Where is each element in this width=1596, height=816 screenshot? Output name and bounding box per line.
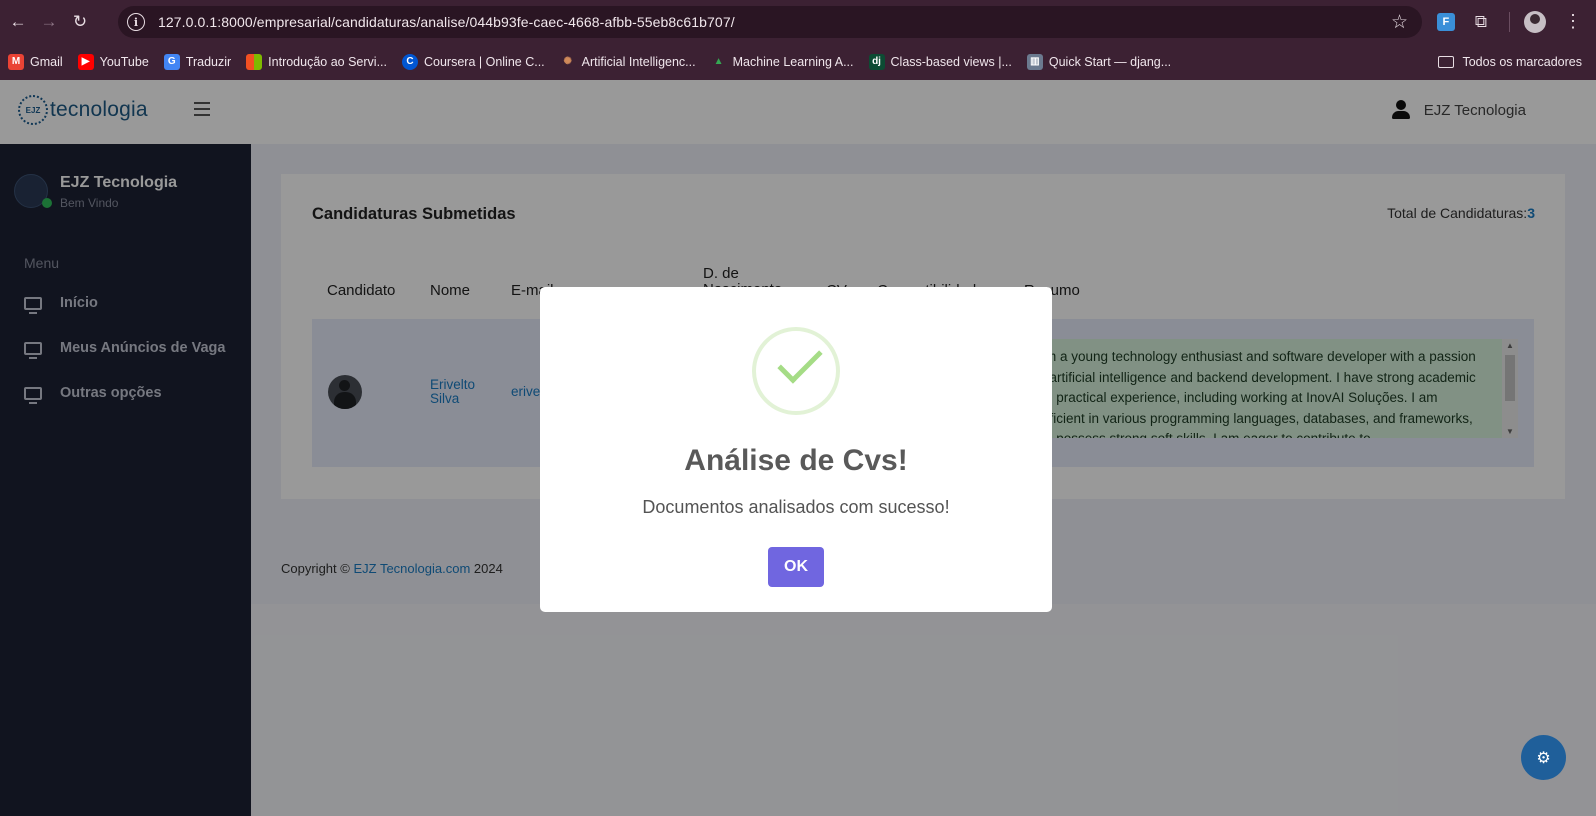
ok-button[interactable]: OK (768, 547, 824, 587)
success-check-icon (752, 327, 840, 415)
youtube-icon: ▶ (77, 53, 94, 70)
browser-menu-icon[interactable]: ⋮ (1564, 11, 1582, 32)
dialog-title: Análise de Cvs! (684, 444, 908, 477)
settings-fab-icon[interactable]: ⚙ (1521, 735, 1566, 780)
bookmark-youtube[interactable]: ▶ YouTube (77, 53, 149, 70)
ai-icon: ✺ (563, 56, 572, 67)
translate-icon: G (163, 53, 180, 70)
django-icon: dj (868, 53, 885, 70)
browser-toolbar: ← → ↻ i 127.0.0.1:8000/empresarial/candi… (0, 0, 1596, 43)
forward-icon[interactable]: → (36, 9, 62, 35)
bookmark-microsoft[interactable]: Introdução ao Servi... (246, 53, 387, 70)
bookmark-gmail[interactable]: M Gmail (8, 53, 63, 70)
address-bar[interactable]: i 127.0.0.1:8000/empresarial/candidatura… (118, 6, 1422, 38)
bookmark-django-quickstart[interactable]: ▥ Quick Start — djang... (1026, 53, 1171, 70)
bookmarks-bar: M Gmail ▶ YouTube G Traduzir Introdução ao … (0, 43, 1596, 80)
drive-icon: ▲ (713, 56, 724, 67)
success-dialog: Análise de Cvs! Documentos analisados co… (540, 287, 1052, 612)
bookmark-django-cbv[interactable]: dj Class-based views |... (868, 53, 1012, 70)
extension-icon[interactable]: F (1436, 12, 1455, 31)
reload-icon[interactable]: ↻ (67, 9, 93, 35)
gmail-icon: M (8, 53, 24, 70)
bookmark-coursera[interactable]: C Coursera | Online C... (402, 53, 545, 70)
site-info-icon[interactable]: i (127, 13, 145, 31)
extensions-puzzle-icon[interactable]: ⧉ (1475, 12, 1487, 32)
bookmark-star-icon[interactable]: ☆ (1391, 11, 1408, 34)
toolbar-separator (1509, 11, 1510, 32)
microsoft-icon (246, 53, 263, 70)
back-icon[interactable]: ← (5, 9, 31, 35)
bookmark-ml[interactable]: ▲ Machine Learning A... (711, 54, 854, 70)
coursera-icon: C (402, 53, 418, 70)
bookmark-traduzir[interactable]: G Traduzir (163, 53, 231, 70)
dialog-message: Documentos analisados com sucesso! (642, 497, 950, 517)
profile-avatar[interactable] (1524, 10, 1546, 33)
docs-icon: ▥ (1026, 53, 1043, 70)
bookmark-ai[interactable]: ✺ Artificial Intelligenc... (560, 54, 695, 70)
url-text[interactable]: 127.0.0.1:8000/empresarial/candidaturas/… (158, 14, 735, 30)
all-bookmarks[interactable]: Todos os marcadores (1438, 43, 1582, 80)
folder-icon (1438, 55, 1455, 68)
